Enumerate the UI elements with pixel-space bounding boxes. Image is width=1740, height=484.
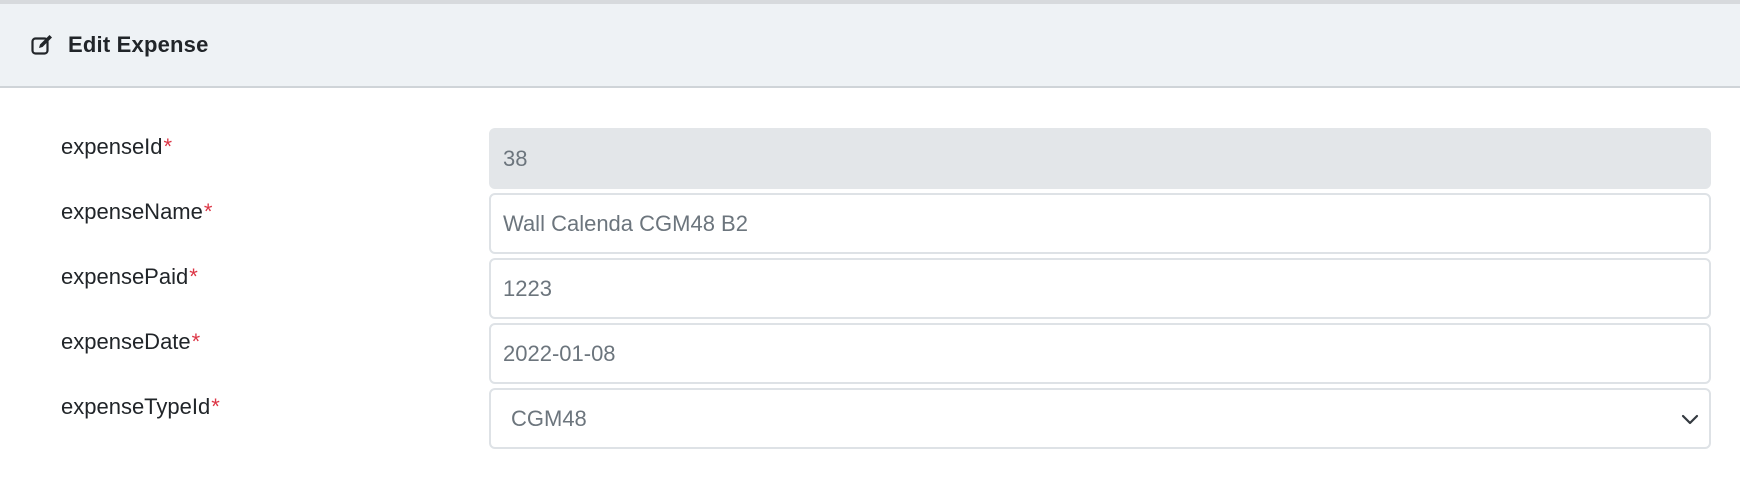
- form-row-expense-name: expenseName*: [0, 193, 1740, 255]
- edit-expense-card: Edit Expense expenseId* expenseName* exp…: [0, 0, 1740, 484]
- form-row-expense-id: expenseId*: [0, 128, 1740, 190]
- form-row-expense-type-id: expenseTypeId* CGM48: [0, 388, 1740, 450]
- expense-paid-field[interactable]: [489, 258, 1711, 319]
- chevron-down-icon: [1679, 408, 1701, 430]
- form-row-expense-date: expenseDate*: [0, 323, 1740, 385]
- expense-date-field[interactable]: [489, 323, 1711, 384]
- expense-id-field[interactable]: [489, 128, 1711, 189]
- required-mark: *: [163, 134, 173, 159]
- edit-icon: [30, 33, 54, 57]
- expense-type-id-label: expenseTypeId*: [61, 394, 220, 419]
- required-mark: *: [211, 394, 220, 419]
- expense-name-label: expenseName*: [61, 199, 213, 224]
- expense-id-label: expenseId*: [61, 134, 173, 159]
- card-header: Edit Expense: [0, 4, 1740, 88]
- expense-name-field[interactable]: [489, 193, 1711, 254]
- required-mark: *: [189, 264, 198, 289]
- expense-paid-label: expensePaid*: [61, 264, 198, 289]
- required-mark: *: [191, 329, 201, 354]
- required-mark: *: [203, 199, 213, 224]
- page-title: Edit Expense: [68, 32, 209, 57]
- form-row-expense-paid: expensePaid*: [0, 258, 1740, 320]
- expense-type-id-select[interactable]: CGM48: [489, 388, 1711, 449]
- expense-date-label: expenseDate*: [61, 329, 201, 354]
- expense-type-id-selected-value: CGM48: [511, 406, 587, 431]
